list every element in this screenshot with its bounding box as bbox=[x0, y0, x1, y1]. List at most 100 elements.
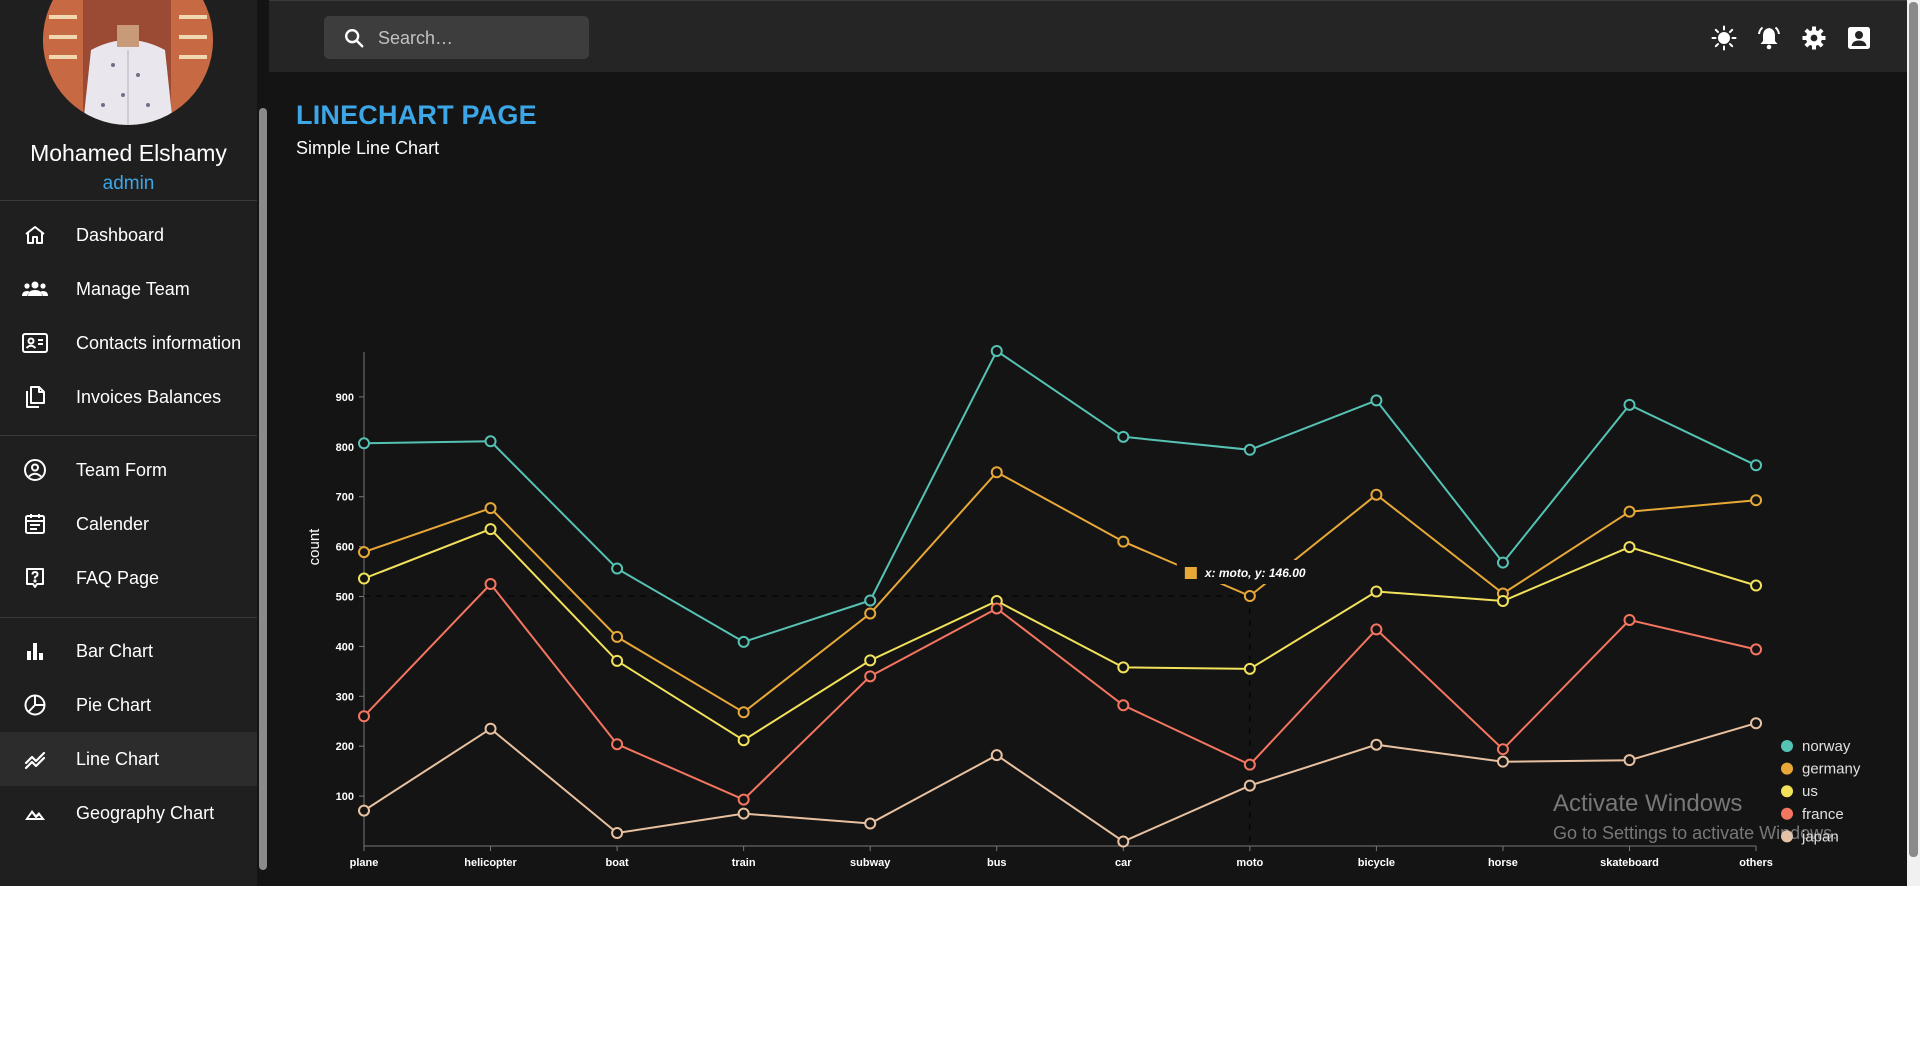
data-point-us[interactable] bbox=[737, 734, 750, 747]
data-point-norway[interactable] bbox=[737, 635, 750, 648]
search-icon[interactable] bbox=[343, 27, 365, 49]
nav-pie-chart[interactable]: Pie Chart bbox=[0, 678, 257, 732]
data-point-us[interactable] bbox=[1750, 579, 1763, 592]
legend-label-france[interactable]: france bbox=[1802, 806, 1844, 823]
data-point-norway[interactable] bbox=[1623, 398, 1636, 411]
data-point-norway[interactable] bbox=[990, 344, 1003, 357]
light-mode-icon[interactable] bbox=[1711, 25, 1737, 51]
data-point-norway[interactable] bbox=[864, 594, 877, 607]
sidebar-scrollbar-thumb[interactable] bbox=[259, 108, 267, 870]
data-point-japan[interactable] bbox=[1117, 835, 1130, 848]
nav-calendar[interactable]: Calender bbox=[0, 497, 257, 551]
nav-line-chart[interactable]: Line Chart bbox=[0, 732, 257, 786]
data-point-norway[interactable] bbox=[1117, 430, 1130, 443]
data-point-germany[interactable] bbox=[737, 706, 750, 719]
data-point-france[interactable] bbox=[611, 738, 624, 751]
data-point-norway[interactable] bbox=[1750, 459, 1763, 472]
data-point-france[interactable] bbox=[1370, 623, 1383, 636]
settings-icon[interactable] bbox=[1801, 25, 1827, 51]
data-point-us[interactable] bbox=[864, 654, 877, 667]
data-point-us[interactable] bbox=[1117, 661, 1130, 674]
search-input[interactable] bbox=[376, 24, 580, 53]
nav-team-form[interactable]: Team Form bbox=[0, 443, 257, 497]
data-point-us[interactable] bbox=[358, 572, 370, 585]
data-point-japan[interactable] bbox=[864, 817, 877, 830]
nav-dashboard[interactable]: Dashboard bbox=[0, 208, 257, 262]
data-point-germany[interactable] bbox=[1750, 494, 1763, 507]
data-point-france[interactable] bbox=[484, 578, 497, 591]
data-point-norway[interactable] bbox=[1496, 556, 1509, 569]
map-icon bbox=[22, 801, 48, 825]
nav-invoices[interactable]: Invoices Balances bbox=[0, 370, 257, 424]
data-point-france[interactable] bbox=[990, 602, 1003, 615]
data-point-japan[interactable] bbox=[358, 804, 370, 817]
data-point-us[interactable] bbox=[1370, 585, 1383, 598]
data-point-japan[interactable] bbox=[484, 722, 497, 735]
data-point-japan[interactable] bbox=[1750, 717, 1763, 730]
search-box[interactable] bbox=[324, 16, 589, 59]
data-point-germany[interactable] bbox=[358, 546, 370, 559]
data-point-germany[interactable] bbox=[990, 466, 1003, 479]
nav-geography-chart[interactable]: Geography Chart bbox=[0, 786, 257, 840]
data-point-japan[interactable] bbox=[1623, 754, 1636, 767]
x-tick-label: bicycle bbox=[1358, 857, 1395, 869]
data-point-germany[interactable] bbox=[1370, 488, 1383, 501]
data-point-france[interactable] bbox=[1243, 758, 1256, 771]
legend-label-us[interactable]: us bbox=[1802, 783, 1818, 800]
series-line-france[interactable] bbox=[363, 582, 1757, 801]
sidebar-divider bbox=[0, 435, 257, 436]
data-point-germany[interactable] bbox=[864, 607, 877, 620]
legend-label-norway[interactable]: norway bbox=[1802, 738, 1851, 755]
data-point-us[interactable] bbox=[611, 654, 624, 667]
page-title: LINECHART PAGE bbox=[296, 100, 537, 130]
data-point-france[interactable] bbox=[358, 710, 370, 723]
notifications-icon[interactable] bbox=[1756, 25, 1782, 51]
data-point-us[interactable] bbox=[484, 523, 497, 536]
data-point-germany[interactable] bbox=[1117, 535, 1130, 548]
nav-contacts[interactable]: Contacts information bbox=[0, 316, 257, 370]
calendar-icon bbox=[22, 512, 48, 536]
series-line-us[interactable] bbox=[363, 527, 1757, 742]
data-point-norway[interactable] bbox=[484, 435, 497, 448]
home-icon bbox=[22, 223, 48, 247]
data-point-norway[interactable] bbox=[1370, 394, 1383, 407]
data-point-germany[interactable] bbox=[611, 630, 624, 643]
data-point-norway[interactable] bbox=[1243, 443, 1256, 456]
data-point-germany[interactable] bbox=[1243, 590, 1256, 603]
data-point-france[interactable] bbox=[1117, 699, 1130, 712]
data-point-france[interactable] bbox=[1623, 613, 1636, 626]
data-point-france[interactable] bbox=[737, 793, 750, 806]
legend-label-germany[interactable]: germany bbox=[1802, 761, 1861, 778]
nav-label: FAQ Page bbox=[76, 568, 160, 588]
data-point-norway[interactable] bbox=[611, 562, 624, 575]
nav-label: Contacts information bbox=[76, 333, 242, 353]
data-point-france[interactable] bbox=[1750, 643, 1763, 656]
nav-label: Line Chart bbox=[76, 749, 160, 769]
line-chart[interactable]: 100 200 300 400 500 600 700 800 900 plane helicopt… bbox=[269, 200, 1907, 886]
data-point-germany[interactable] bbox=[484, 502, 497, 515]
data-point-us[interactable] bbox=[1496, 594, 1509, 607]
data-point-japan[interactable] bbox=[737, 807, 750, 820]
nav-manage-team[interactable]: Manage Team bbox=[0, 262, 257, 316]
data-point-japan[interactable] bbox=[990, 749, 1003, 762]
data-point-japan[interactable] bbox=[1370, 738, 1383, 751]
data-point-france[interactable] bbox=[864, 670, 877, 683]
legend-swatch-germany bbox=[1781, 762, 1793, 775]
nav-faq[interactable]: FAQ Page bbox=[0, 551, 257, 605]
series-line-norway[interactable] bbox=[363, 349, 1757, 643]
page-scrollbar-thumb[interactable] bbox=[1909, 2, 1918, 857]
legend-swatch-norway bbox=[1781, 740, 1793, 752]
data-point-norway[interactable] bbox=[358, 437, 370, 450]
data-point-france[interactable] bbox=[1496, 743, 1509, 756]
data-point-us[interactable] bbox=[1623, 541, 1636, 554]
data-point-japan[interactable] bbox=[1496, 755, 1509, 768]
data-point-japan[interactable] bbox=[1243, 779, 1256, 792]
series-line-japan[interactable] bbox=[363, 722, 1757, 843]
sidebar-divider bbox=[0, 200, 257, 201]
legend-swatch-france bbox=[1781, 807, 1793, 820]
data-point-japan[interactable] bbox=[611, 827, 624, 840]
nav-bar-chart[interactable]: Bar Chart bbox=[0, 624, 257, 678]
account-icon[interactable] bbox=[1846, 25, 1872, 51]
data-point-germany[interactable] bbox=[1623, 505, 1636, 518]
data-point-us[interactable] bbox=[1243, 662, 1256, 675]
